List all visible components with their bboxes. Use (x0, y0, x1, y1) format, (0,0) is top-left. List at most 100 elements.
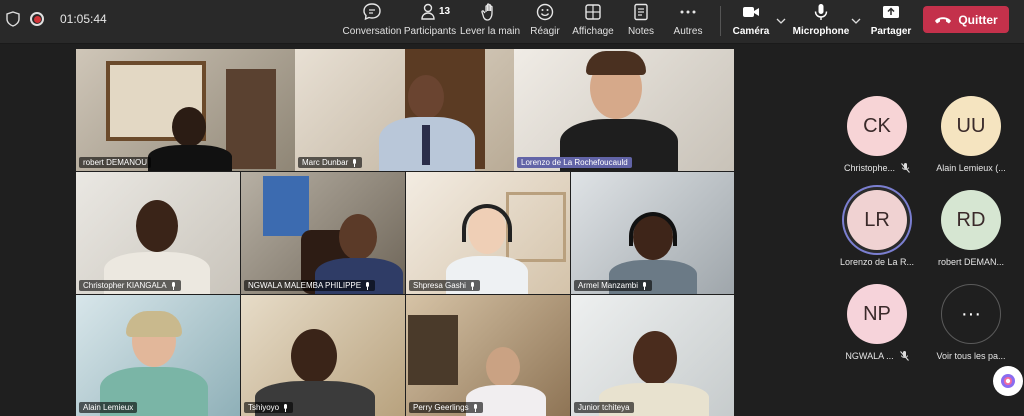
video-tile[interactable]: Marc Dunbar (295, 49, 514, 171)
muted-mic-icon (366, 281, 370, 290)
video-tile[interactable]: Christopher KIANGALA (76, 172, 240, 294)
participant-name: Marc Dunbar (298, 157, 363, 168)
copilot-icon (1001, 374, 1015, 388)
video-tile[interactable]: Alain Lemieux (76, 295, 240, 416)
avatar: UU (941, 96, 1001, 156)
meeting-status: 01:05:44 (6, 11, 107, 27)
muted-mic-icon (473, 403, 477, 412)
more-icon (680, 10, 696, 14)
video-grid: robert DEMANOU Marc Dunbar Lorenzo de La… (76, 49, 734, 416)
roster-name: Alain Lemieux (... (936, 163, 1006, 173)
participant-name: robert DEMANOU (79, 157, 152, 168)
muted-mic-icon (899, 351, 909, 361)
headset (629, 212, 677, 246)
participants-label: Participants (403, 26, 457, 37)
video-tile[interactable]: Junior tchiteya (571, 295, 734, 416)
participant-name: Lorenzo de La Rochefoucauld (517, 157, 632, 168)
microphone-label: Microphone (792, 26, 850, 37)
participant-head (408, 75, 444, 119)
roster-name: Christophe... (843, 163, 896, 173)
react-label: Réagir (530, 26, 560, 37)
view-all-label: Voir tous les pa... (936, 351, 1006, 361)
leave-label: Quitter (958, 12, 998, 27)
copilot-button[interactable] (993, 366, 1023, 396)
muted-mic-icon (353, 158, 357, 167)
video-tile[interactable]: Perry Geerlings (406, 295, 570, 416)
flag (263, 176, 309, 236)
participant-head (486, 347, 520, 387)
bookshelf (226, 69, 276, 169)
roster-item[interactable]: RD robert DEMAN... (924, 190, 1018, 267)
participant-head (339, 214, 377, 260)
hang-up-icon (935, 16, 952, 23)
muted-mic-icon (171, 281, 175, 290)
participant-head (172, 107, 206, 147)
video-tile[interactable]: robert DEMANOU (76, 49, 295, 171)
participant-name: Christopher KIANGALA (79, 280, 181, 291)
shelf (408, 315, 458, 385)
view-all-participants-button[interactable]: ··· Voir tous les pa... (924, 284, 1018, 361)
people-icon (421, 3, 435, 20)
participant-name: Tshiyoyo (244, 402, 294, 413)
roster-item[interactable]: NP NGWALA ... (830, 284, 924, 361)
microphone-icon (814, 4, 828, 20)
participant-name: NGWALA MALEMBA PHILIPPE (244, 280, 376, 291)
roster-item[interactable]: CK Christophe... (830, 96, 924, 173)
leave-button[interactable]: Quitter (923, 6, 1009, 33)
camera-label: Caméra (732, 26, 770, 37)
roster-item[interactable]: LR Lorenzo de La R... (830, 190, 924, 267)
microphone-button[interactable]: Microphone (786, 2, 856, 37)
participant-name: Alain Lemieux (79, 402, 138, 413)
avatar: LR (847, 190, 907, 250)
smiley-icon (536, 3, 554, 21)
roster-name: NGWALA ... (845, 351, 894, 361)
participant-name: Perry Geerlings (409, 402, 483, 413)
recording-icon (30, 12, 44, 26)
muted-mic-icon (470, 281, 474, 290)
meeting-toolbar: 01:05:44 Conversation 13 Participants Le… (0, 0, 1024, 44)
notes-label: Notes (627, 26, 655, 37)
avatar: RD (941, 190, 1001, 250)
participant-hair (586, 51, 646, 75)
participants-count: 13 (439, 6, 451, 17)
share-button[interactable]: Partager (856, 2, 926, 37)
camera-options-chevron-icon[interactable] (776, 16, 786, 26)
video-tile[interactable]: Tshiyoyo (241, 295, 405, 416)
grid-icon (585, 4, 601, 20)
participant-head (291, 329, 337, 383)
more-icon: ··· (941, 284, 1001, 344)
meeting-timer: 01:05:44 (60, 12, 107, 26)
video-tile[interactable]: Armel Manzambi (571, 172, 734, 294)
headset (462, 204, 512, 242)
window-frame (506, 192, 566, 262)
shield-icon[interactable] (6, 11, 20, 27)
participant-body (148, 145, 232, 171)
share-label: Partager (870, 26, 912, 37)
chat-label: Conversation (342, 26, 402, 37)
video-tile[interactable]: Shpresa Gashi (406, 172, 570, 294)
avatar: NP (847, 284, 907, 344)
more-label: Autres (673, 26, 703, 37)
video-tile[interactable]: Lorenzo de La Rochefoucauld (514, 49, 734, 171)
muted-mic-icon (643, 281, 647, 290)
participant-hair (126, 311, 182, 337)
video-tile[interactable]: NGWALA MALEMBA PHILIPPE (241, 172, 405, 294)
more-button[interactable]: Autres (653, 2, 723, 37)
chat-icon (363, 3, 381, 21)
participant-head (633, 331, 677, 385)
camera-icon (743, 7, 759, 17)
participant-name: Armel Manzambi (574, 280, 653, 291)
share-icon (883, 6, 899, 18)
hand-icon (481, 3, 493, 21)
avatar: CK (847, 96, 907, 156)
participant-name: Shpresa Gashi (409, 280, 480, 291)
muted-mic-icon (284, 403, 288, 412)
roster-name: robert DEMAN... (937, 257, 1004, 267)
participant-head (136, 200, 178, 252)
participant-name: Junior tchiteya (574, 402, 634, 413)
roster-name: Lorenzo de La R... (839, 257, 915, 267)
roster-item[interactable]: UU Alain Lemieux (... (924, 96, 1018, 173)
muted-mic-icon (901, 163, 910, 173)
tie (422, 125, 430, 165)
notes-icon (634, 3, 648, 21)
